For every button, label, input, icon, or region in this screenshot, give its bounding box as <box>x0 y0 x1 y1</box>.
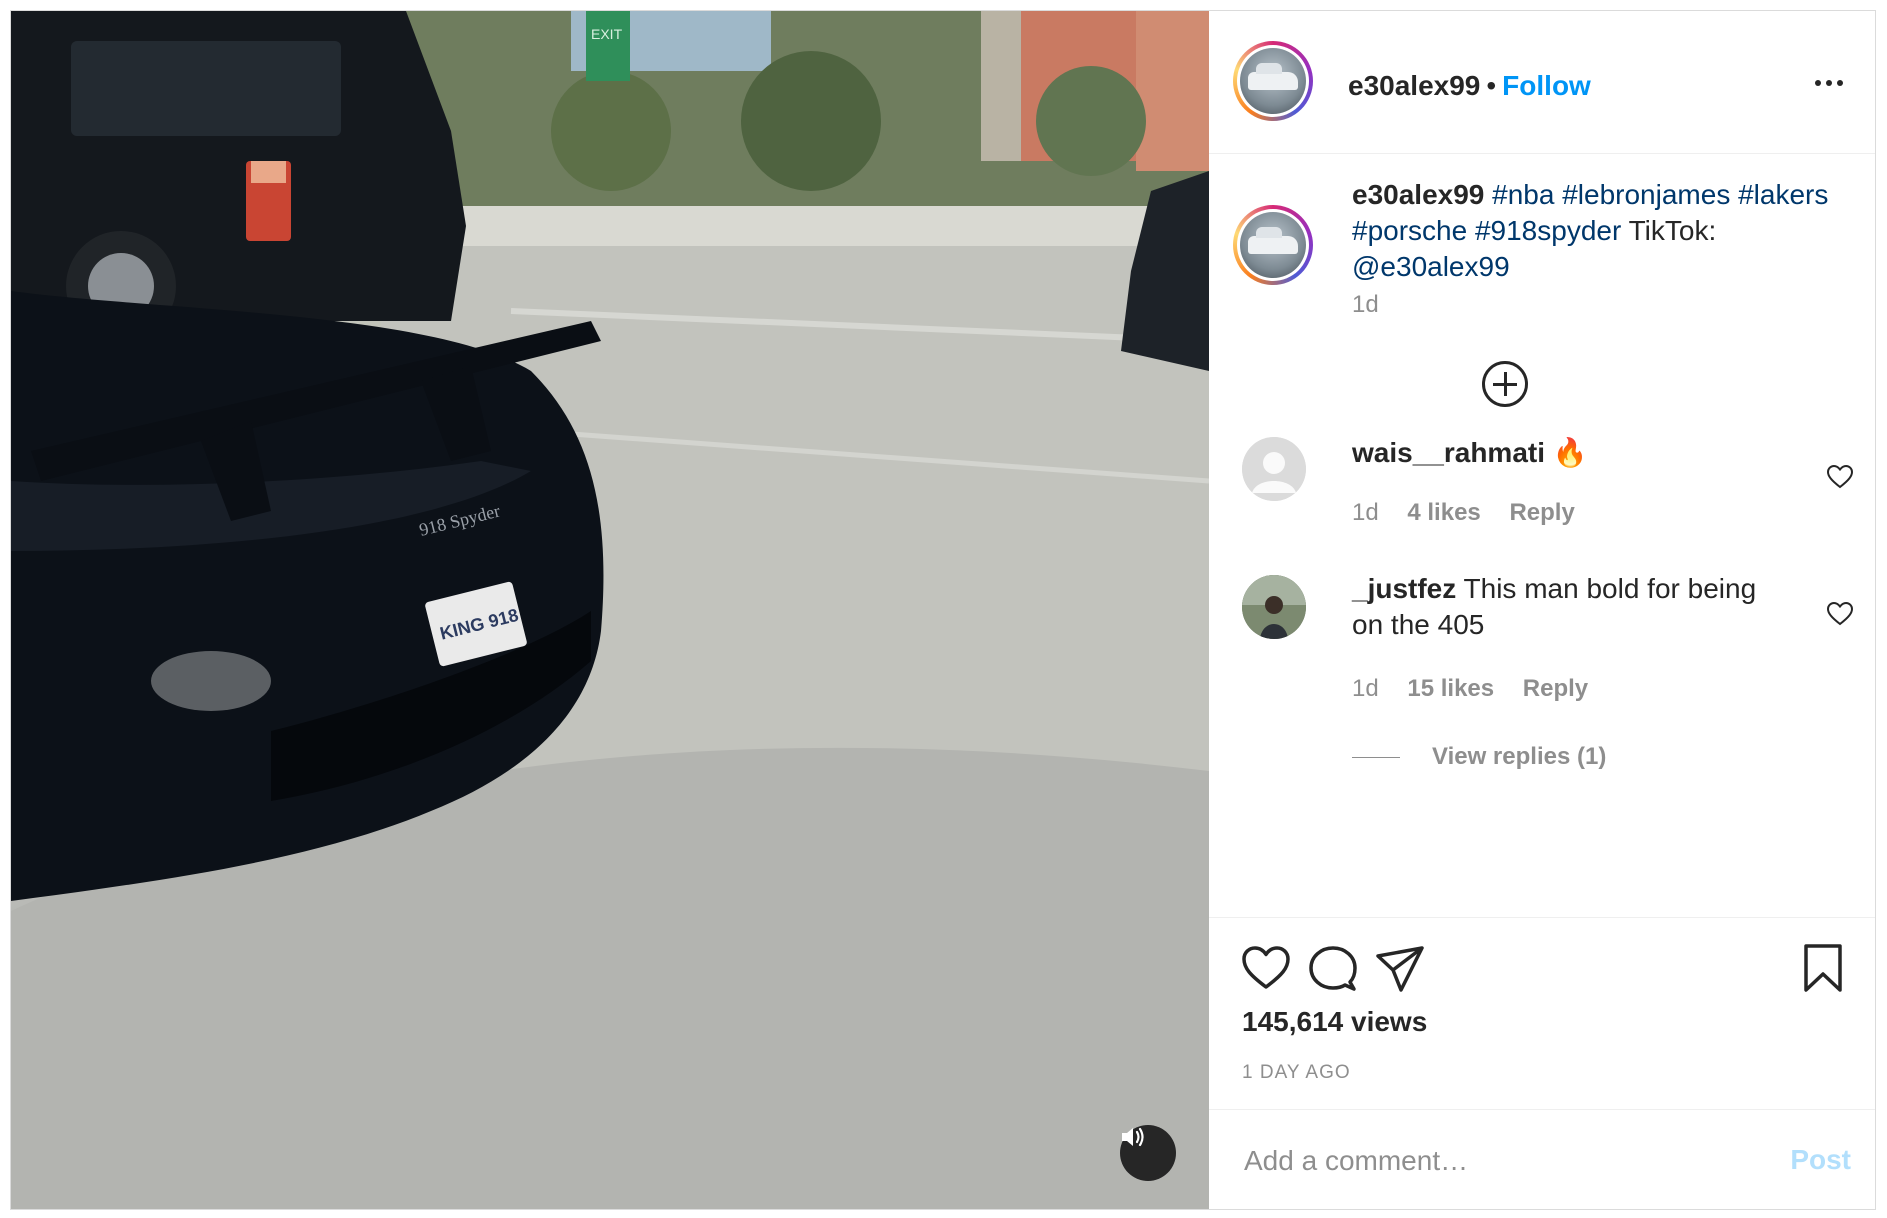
load-more-comments-button[interactable] <box>1482 361 1528 407</box>
comment-likes[interactable]: 4 likes <box>1407 499 1480 526</box>
video-frame: EXIT 918 Spyder KING 918 <box>11 11 1209 1209</box>
comment-input[interactable] <box>1242 1140 1726 1182</box>
caption-time: 1d <box>1352 291 1379 318</box>
views-count[interactable]: 145,614 views <box>1242 1006 1427 1038</box>
comment-like-icon[interactable] <box>1827 602 1853 626</box>
post-comment-button[interactable]: Post <box>1790 1144 1851 1176</box>
barrier <box>381 206 1209 246</box>
comment-likes[interactable]: 15 likes <box>1407 675 1494 702</box>
share-icon[interactable] <box>1376 946 1424 992</box>
exit-sign <box>586 11 630 81</box>
caption-avatar[interactable] <box>1233 205 1313 285</box>
view-replies-button[interactable]: View replies (1) <box>1352 743 1606 771</box>
comment-time: 1d <box>1352 675 1379 702</box>
commenter-avatar[interactable] <box>1242 575 1306 639</box>
author-avatar[interactable] <box>1233 41 1313 121</box>
hashtag-lebronjames[interactable]: #lebronjames <box>1562 179 1730 210</box>
caption-username[interactable]: e30alex99 <box>1352 179 1484 210</box>
more-options-button[interactable] <box>1815 75 1847 91</box>
post-video[interactable]: EXIT 918 Spyder KING 918 <box>11 11 1209 1209</box>
hashtag-918spyder[interactable]: #918spyder <box>1475 215 1621 246</box>
post-header: e30alex99 • Follow <box>1209 11 1875 154</box>
add-comment-bar: Post <box>1209 1109 1875 1209</box>
caption: e30alex99 #nba #lebronjames #lakers #por… <box>1352 177 1852 285</box>
hashtag-lakers[interactable]: #lakers <box>1738 179 1828 210</box>
author-username[interactable]: e30alex99 <box>1348 70 1480 102</box>
comment-icon[interactable] <box>1309 946 1357 992</box>
comment-time: 1d <box>1352 499 1379 526</box>
comment-username[interactable]: _justfez <box>1352 573 1456 604</box>
follow-button[interactable]: Follow <box>1502 70 1591 102</box>
post-actions: 145,614 views 1 DAY AGO <box>1209 917 1875 1109</box>
hashtag-porsche[interactable]: #porsche <box>1352 215 1467 246</box>
exit-sign-text: EXIT <box>591 26 623 42</box>
post-side-panel: e30alex99 • Follow e30alex99 #nba #lebro… <box>1209 11 1875 1209</box>
volume-icon <box>1122 1127 1144 1147</box>
comment-username[interactable]: wais__rahmati <box>1352 437 1545 468</box>
caption-mention[interactable]: @e30alex99 <box>1352 251 1510 282</box>
bookmark-icon[interactable] <box>1802 944 1844 992</box>
mute-button[interactable] <box>1120 1125 1176 1181</box>
post-container: EXIT 918 Spyder KING 918 e30alex99 • Fol… <box>10 10 1876 1210</box>
comment-like-icon[interactable] <box>1827 465 1853 489</box>
more-icon <box>1815 80 1821 86</box>
replies-divider <box>1352 756 1400 758</box>
comment-text: 🔥 <box>1552 437 1588 468</box>
caption-text: TikTok: <box>1628 215 1717 246</box>
reply-button[interactable]: Reply <box>1523 675 1588 702</box>
follow-separator: • <box>1486 70 1497 101</box>
post-timestamp: 1 DAY AGO <box>1242 1062 1351 1083</box>
commenter-avatar[interactable] <box>1242 437 1306 501</box>
reply-button[interactable]: Reply <box>1509 499 1574 526</box>
user-photo-icon <box>1242 575 1306 639</box>
heart-icon[interactable] <box>1242 946 1290 990</box>
hashtag-nba[interactable]: #nba <box>1492 179 1554 210</box>
view-replies-label[interactable]: View replies (1) <box>1432 743 1606 771</box>
default-avatar-icon <box>1242 437 1306 501</box>
comments-section: e30alex99 #nba #lebronjames #lakers #por… <box>1209 155 1875 917</box>
